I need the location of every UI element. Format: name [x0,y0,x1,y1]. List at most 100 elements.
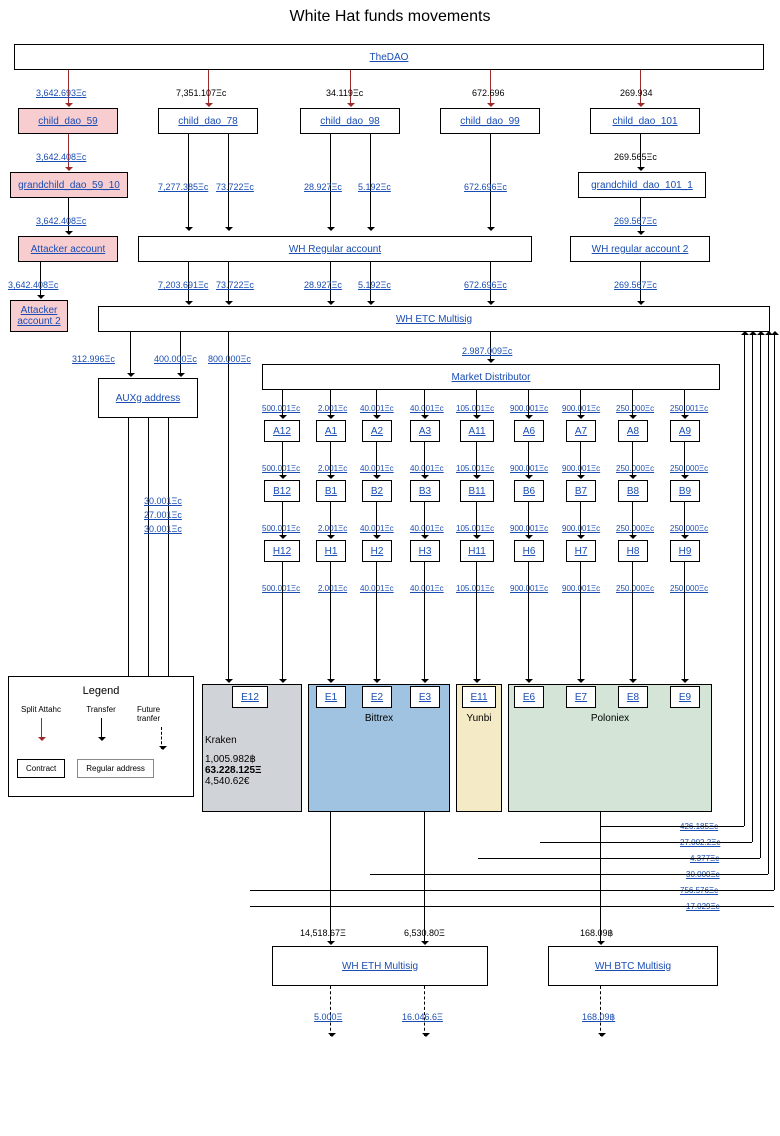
kraken-eth: 63.228.125Ξ [205,765,261,776]
arrow [580,502,581,538]
arrow [684,442,685,478]
amt: 250.000Ξc [616,524,654,533]
node-e8: E8 [618,686,648,708]
node-a9: A9 [670,420,700,442]
node-cd59: child_dao_59 [18,108,118,134]
amt: 73.722Ξc [216,182,254,192]
arrow [528,502,529,538]
black-arrow-icon [101,718,102,740]
amt: 5.192Ξc [358,280,391,290]
amt: 900.001Ξc [562,584,600,593]
amt: 250.000Ξc [670,464,708,473]
arrow [744,332,745,826]
node-wh-eth: WH ETH Multisig [272,946,488,986]
amt: 672.696Ξc [464,280,507,290]
arrow-future [600,986,601,1036]
amt: 3,642.408Ξc [36,216,86,226]
arrow [376,502,377,538]
amt: 250.000Ξc [670,584,708,593]
amt: 16.046.6Ξ [402,1012,443,1022]
node-a1: A1 [316,420,346,442]
arrow-future [330,986,331,1036]
amt: 250.000Ξc [616,404,654,413]
node-attacker2: Attacker account 2 [10,300,68,332]
amt: 900.001Ξc [510,524,548,533]
node-whreg2: WH regular account 2 [570,236,710,262]
amt: 28.927Ξc [304,280,342,290]
hline [600,826,744,827]
arrow [684,562,685,682]
node-h8: H8 [618,540,648,562]
arrow [580,562,581,682]
node-h3: H3 [410,540,440,562]
arrow [476,442,477,478]
page-title: White Hat funds movements [0,0,780,34]
node-b9: B9 [670,480,700,502]
legend-title: Legend [17,685,185,697]
arrow [424,812,425,944]
amt: 900.001Ξc [510,584,548,593]
arrow [684,390,685,418]
amt: 900.001Ξc [562,464,600,473]
legend-split: Split Attahc [21,705,61,714]
hline [250,890,774,891]
node-h9: H9 [670,540,700,562]
kraken-eur: 4,540.62€ [205,776,250,787]
amt: 5.000Ξ [314,1012,342,1022]
arrow [424,442,425,478]
amt: 28.927Ξc [304,182,342,192]
amt: 30.001Ξc [144,496,182,506]
node-a3: A3 [410,420,440,442]
red-arrow-icon [41,718,42,740]
kraken-label: Kraken [205,735,237,746]
node-b1: B1 [316,480,346,502]
node-a6: A6 [514,420,544,442]
amt: 900.001Ξc [562,404,600,413]
arrow [476,502,477,538]
arrow [580,390,581,418]
arrow [148,418,149,682]
arrow [282,562,283,682]
arrow [376,390,377,418]
amt: 672.696Ξc [464,182,507,192]
node-market: Market Distributor [262,364,720,390]
node-e11: E11 [462,686,496,708]
node-attacker: Attacker account [18,236,118,262]
amt: 2.001Ξc [318,404,347,413]
hline [370,874,768,875]
arrow [752,332,753,842]
arrow [330,812,331,944]
arrow [768,332,769,874]
node-gc59: grandchild_dao_59_10 [10,172,128,198]
arrow [476,390,477,418]
amt: 672.696 [472,88,505,98]
thedao-link[interactable]: TheDAO [370,52,409,63]
arrow [600,812,601,944]
amt: 900.001Ξc [510,404,548,413]
node-b3: B3 [410,480,440,502]
amt: 2.001Ξc [318,464,347,473]
arrow [632,390,633,418]
amt: 40.001Ξc [410,524,444,533]
amt: 269.567Ξc [614,216,657,226]
amt: 250.000Ξc [616,584,654,593]
arrow [330,390,331,418]
amt: 30.001Ξc [144,524,182,534]
amt: 168.09฿ [580,928,613,939]
arrow [476,562,477,682]
arrow [760,332,761,858]
amt: 250.000Ξc [616,464,654,473]
arrow [168,418,169,682]
amt: 900.001Ξc [510,464,548,473]
node-e12: E12 [232,686,268,708]
node-cd101: child_dao_101 [590,108,700,134]
arrow [424,390,425,418]
hline [478,858,760,859]
hline [540,842,752,843]
legend: Legend Split Attahc Transfer Future tran… [8,676,194,797]
amt: 269.565Ξc [614,152,657,162]
node-a8: A8 [618,420,648,442]
arrow [424,562,425,682]
legend-regular: Regular address [77,759,154,778]
amt: 3,642.408Ξc [36,152,86,162]
